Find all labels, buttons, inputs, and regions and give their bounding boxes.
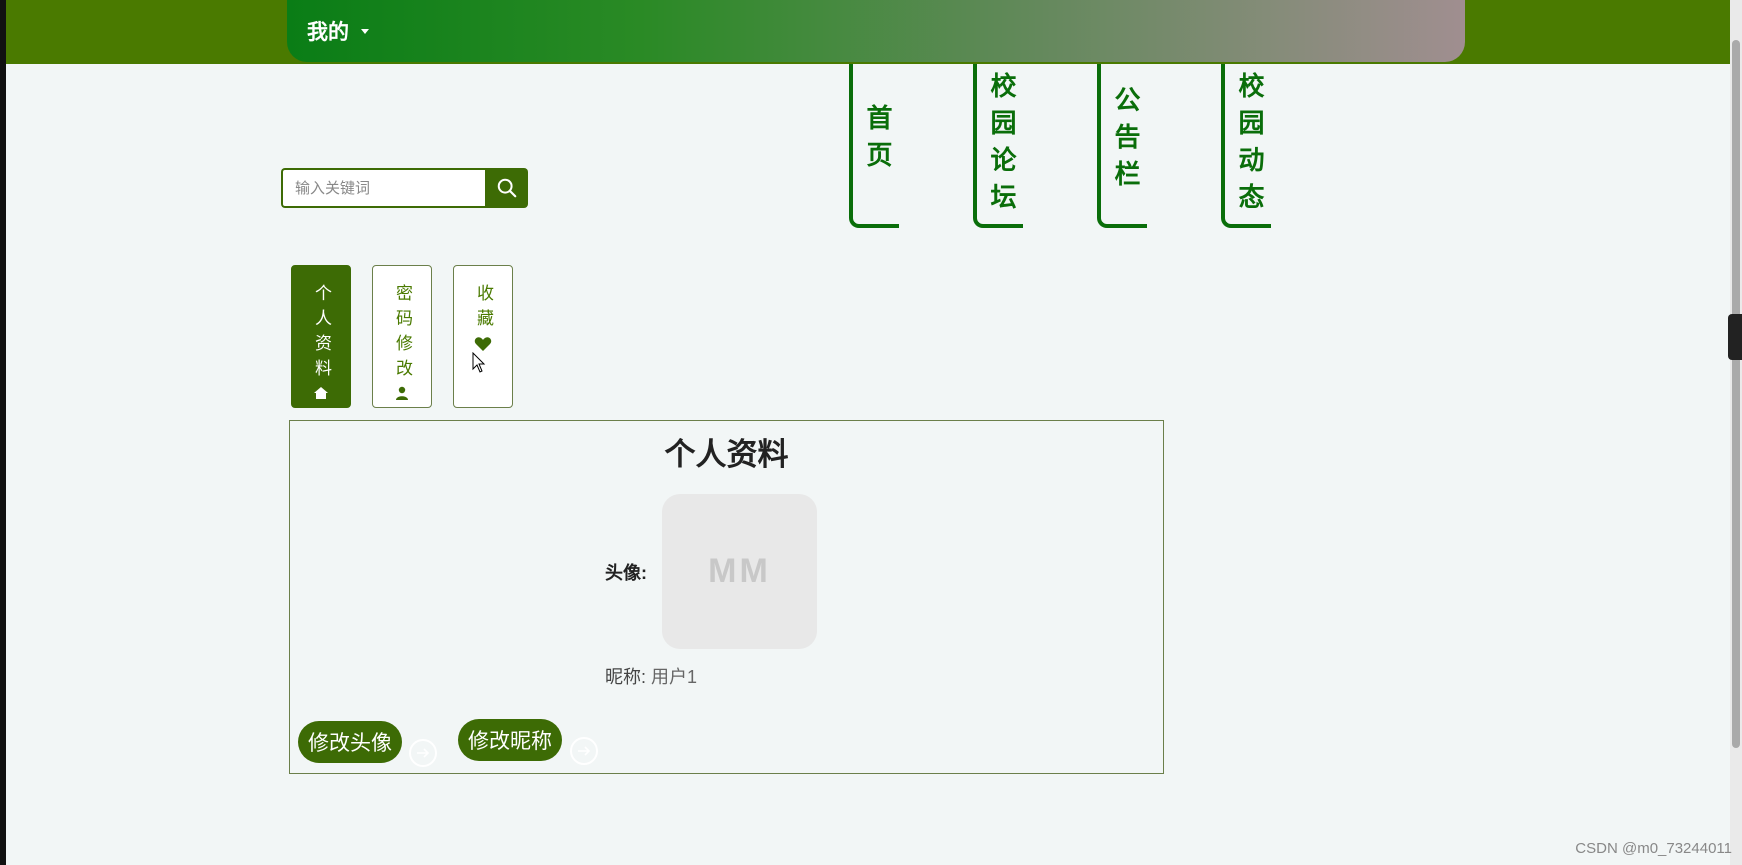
- nav-news[interactable]: 校园动态: [1221, 64, 1271, 228]
- window-edge: [0, 0, 6, 865]
- nav-home-label: 首页: [863, 104, 893, 178]
- my-menu-dropdown[interactable]: 我的: [307, 16, 369, 46]
- nav-news-label: 校园动态: [1235, 72, 1265, 220]
- top-bar: 我的: [6, 0, 1742, 64]
- heart-icon: [474, 337, 492, 351]
- change-nickname-button[interactable]: 修改昵称: [458, 719, 562, 761]
- search-button[interactable]: [485, 168, 528, 208]
- avatar-label: 头像:: [605, 563, 647, 583]
- nickname-label: 昵称:: [605, 667, 647, 687]
- my-menu-label: 我的: [307, 21, 349, 44]
- tab-profile[interactable]: 个人资料: [291, 265, 351, 408]
- tab-favorites-label: 收藏: [474, 284, 493, 334]
- nav-forum[interactable]: 校园论坛: [973, 64, 1023, 228]
- nickname-value: 用户1: [651, 667, 698, 687]
- nav-notice[interactable]: 公告栏: [1097, 64, 1147, 228]
- tab-password[interactable]: 密码修改: [372, 265, 432, 408]
- change-avatar-button[interactable]: 修改头像: [298, 721, 402, 763]
- avatar[interactable]: MM: [662, 494, 817, 649]
- arrow-right-icon: [578, 746, 591, 756]
- search-bar: [281, 168, 528, 208]
- search-icon: [497, 178, 516, 198]
- mouse-cursor-icon: [472, 352, 486, 373]
- nav-forum-label: 校园论坛: [987, 72, 1017, 220]
- nav-notice-label: 公告栏: [1111, 86, 1141, 197]
- avatar-placeholder: MM: [708, 552, 771, 590]
- tab-favorites[interactable]: 收藏: [453, 265, 513, 408]
- nickname-row: 昵称: 用户1: [605, 663, 697, 689]
- tab-password-label: 密码修改: [393, 284, 412, 384]
- user-icon: [396, 386, 408, 400]
- nav-home[interactable]: 首页: [849, 64, 899, 228]
- profile-panel: 个人资料 头像: MM 昵称: 用户1 修改头像 修改昵称: [289, 420, 1164, 774]
- caret-down-icon: [361, 28, 369, 34]
- watermark: CSDN @m0_73244011: [1575, 840, 1732, 857]
- change-nickname-arrow[interactable]: [570, 737, 598, 765]
- side-panel-handle[interactable]: [1728, 314, 1742, 360]
- tab-profile-label: 个人资料: [312, 284, 331, 384]
- change-avatar-arrow[interactable]: [409, 739, 437, 767]
- top-nav-pill: 我的: [287, 0, 1465, 62]
- search-input[interactable]: [281, 168, 485, 208]
- scrollbar-thumb[interactable]: [1732, 40, 1740, 748]
- arrow-right-icon: [417, 748, 430, 758]
- scrollbar-track[interactable]: [1730, 0, 1742, 865]
- home-icon: [314, 387, 328, 399]
- page-title: 个人资料: [664, 437, 789, 472]
